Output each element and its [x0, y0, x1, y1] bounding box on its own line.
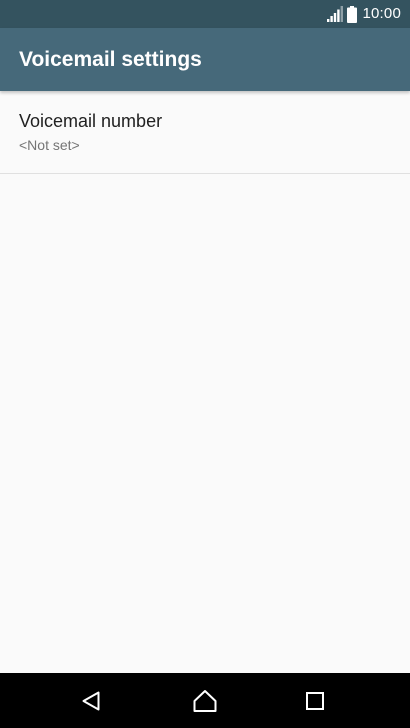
setting-summary: <Not set> — [19, 137, 80, 153]
app-bar: Voicemail settings — [0, 28, 410, 91]
home-icon — [193, 689, 217, 712]
status-icons: 10:00 — [327, 0, 401, 28]
page-title: Voicemail settings — [19, 48, 202, 71]
recent-apps-button[interactable] — [280, 673, 350, 728]
back-button[interactable] — [56, 673, 126, 728]
back-icon — [82, 691, 100, 710]
navigation-bar — [0, 673, 410, 728]
recent-apps-icon — [306, 691, 324, 710]
signal-icon — [327, 6, 344, 22]
home-button[interactable] — [170, 673, 240, 728]
status-bar: 10:00 — [0, 0, 410, 28]
status-time: 10:00 — [362, 5, 401, 22]
battery-icon — [347, 5, 358, 23]
settings-list: Voicemail number <Not set> — [0, 91, 410, 673]
setting-title: Voicemail number — [19, 111, 163, 131]
voicemail-number-setting[interactable]: Voicemail number <Not set> — [0, 91, 410, 174]
